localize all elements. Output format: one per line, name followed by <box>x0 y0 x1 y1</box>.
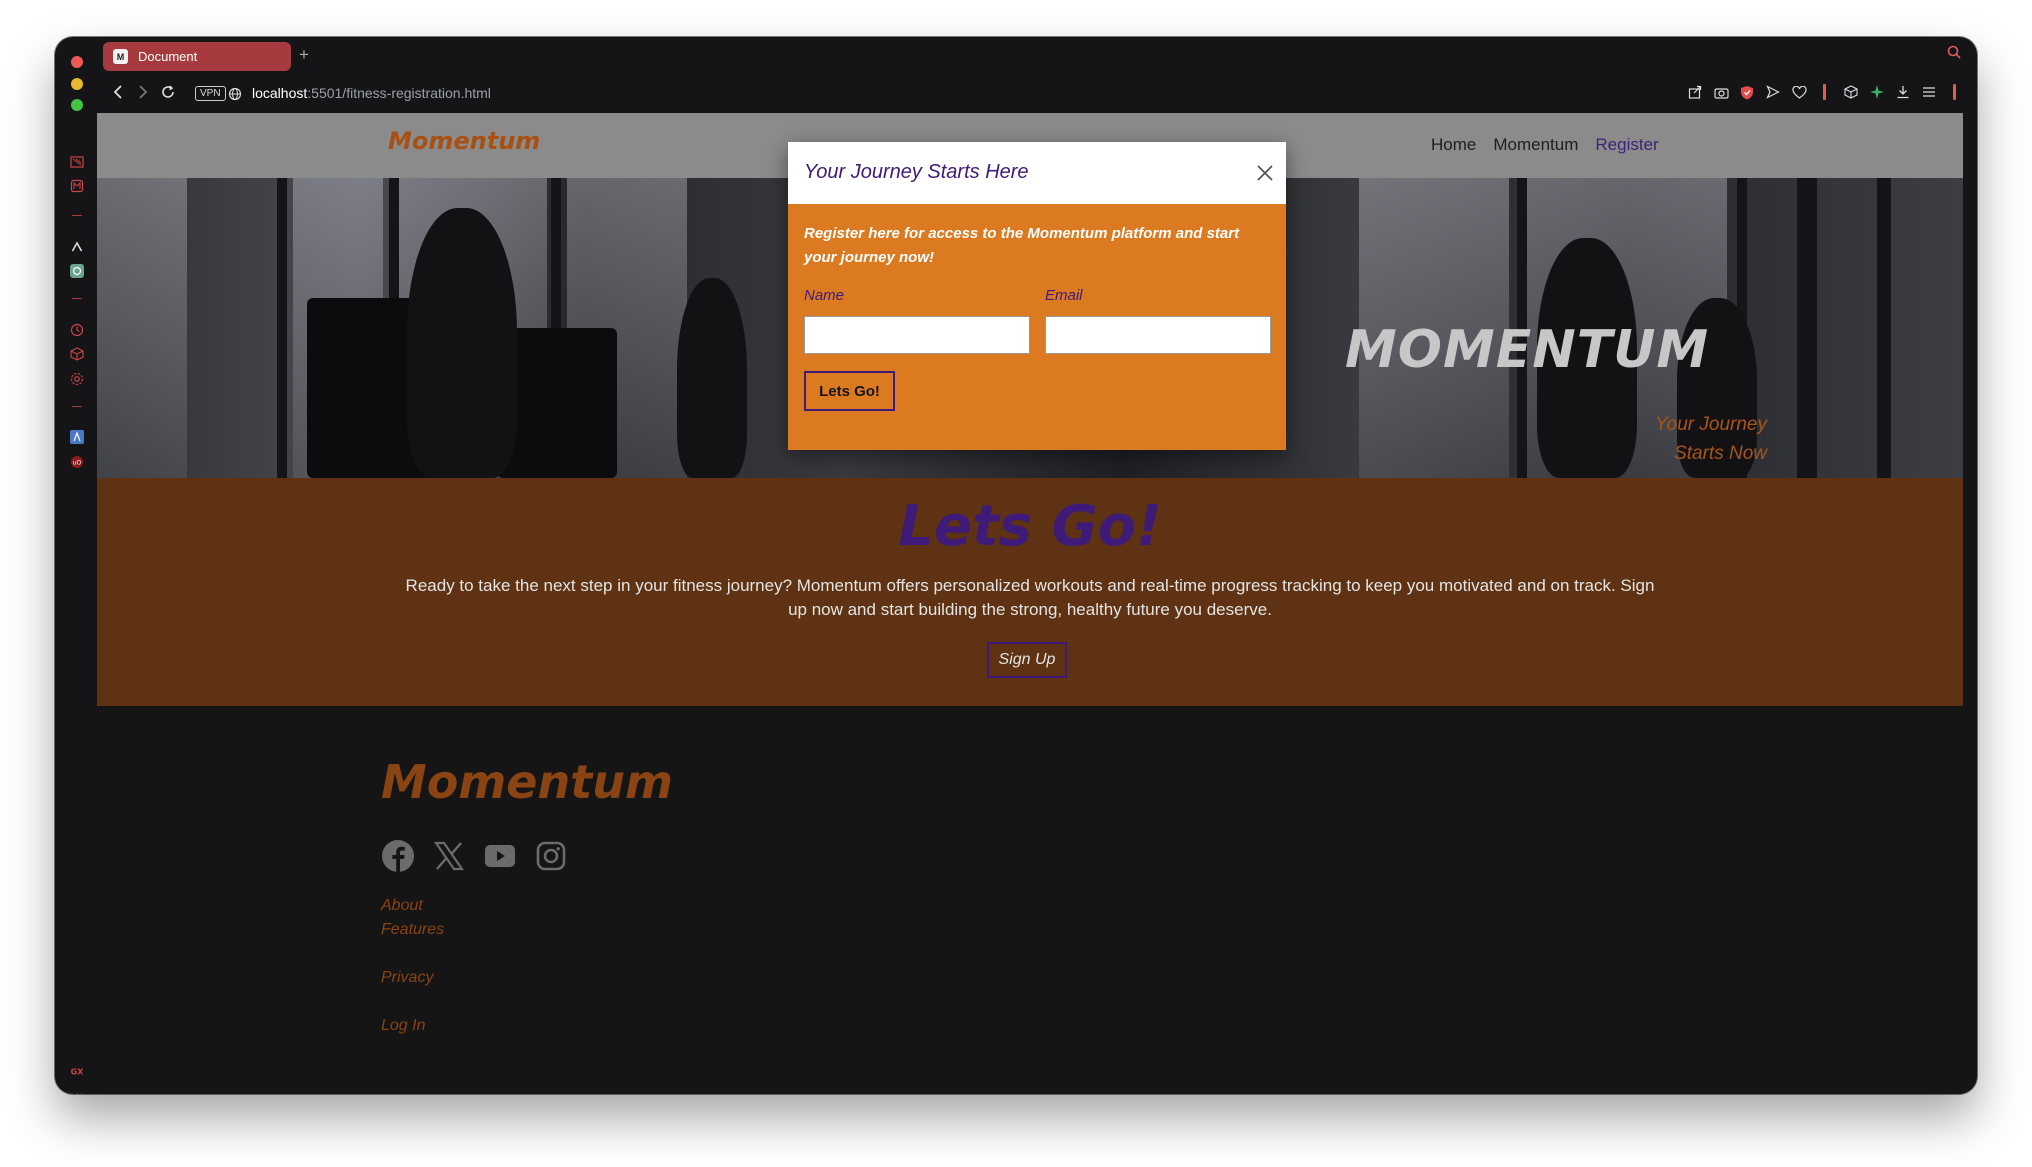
url-host: localhost <box>252 85 308 101</box>
ublock-icon[interactable]: uO <box>69 454 85 470</box>
more-icon[interactable] <box>69 1087 85 1094</box>
minimize-window-button[interactable] <box>71 78 83 90</box>
name-label: Name <box>804 287 845 304</box>
sidebar-divider <box>72 406 82 407</box>
divider-bar-icon <box>1947 84 1963 100</box>
forward-icon[interactable] <box>138 85 148 104</box>
site-footer: Momentum About Features Privacy Log In <box>97 706 1963 1094</box>
extensions-cube-icon[interactable] <box>69 346 85 362</box>
lets-go-submit-button[interactable]: Lets Go! <box>804 371 895 411</box>
tab-search-icon[interactable] <box>1947 45 1961 59</box>
cta-description: Ready to take the next step in your fitn… <box>405 576 1655 619</box>
email-input[interactable] <box>1045 316 1271 354</box>
name-input[interactable] <box>804 316 1030 354</box>
address-bar[interactable]: localhost:5501/fitness-registration.html <box>252 85 491 101</box>
footer-link-about[interactable]: About <box>381 897 423 915</box>
hero-subtitle-line-2: Starts Now <box>1674 443 1767 464</box>
sidebar-divider <box>72 298 82 299</box>
site-nav-links: Home Momentum Register <box>1431 135 1659 155</box>
url-path: :5501/fitness-registration.html <box>307 85 491 101</box>
email-label: Email <box>1045 287 1083 304</box>
modal-description: Register here for access to the Momentum… <box>804 225 1240 266</box>
divider-bar-icon <box>1817 84 1833 100</box>
hero-subtitle: Your Journey Starts Now <box>1527 410 1767 468</box>
close-window-button[interactable] <box>71 56 83 68</box>
nav-link-register[interactable]: Register <box>1595 135 1658 155</box>
arc-icon[interactable] <box>69 239 85 255</box>
nav-link-momentum[interactable]: Momentum <box>1493 135 1578 155</box>
site-brand-logo[interactable]: Momentum <box>388 127 540 155</box>
tab-document[interactable]: M Document <box>103 42 291 71</box>
maximize-window-button[interactable] <box>71 99 83 111</box>
browser-window: M Document + VPN localhost:5501/fitness-… <box>55 37 1977 1094</box>
back-icon[interactable] <box>113 85 123 104</box>
svg-text:GX: GX <box>71 1068 85 1077</box>
registration-modal: Your Journey Starts Here Register here f… <box>788 142 1286 450</box>
youtube-icon[interactable] <box>483 839 517 873</box>
adblock-shield-icon[interactable] <box>1739 84 1755 100</box>
messenger-icon[interactable] <box>69 178 85 194</box>
instagram-icon[interactable] <box>534 839 568 873</box>
share-icon[interactable] <box>1687 84 1703 100</box>
history-clock-icon[interactable] <box>69 322 85 338</box>
tab-title: Document <box>138 49 198 64</box>
send-icon[interactable] <box>1765 84 1781 100</box>
camera-icon[interactable] <box>1713 84 1729 100</box>
gx-corner-icon[interactable]: GX <box>69 1063 85 1079</box>
menu-icon[interactable] <box>1921 84 1937 100</box>
chatgpt-icon[interactable] <box>69 263 85 279</box>
sign-up-button[interactable]: Sign Up <box>987 642 1067 678</box>
footer-brand-logo[interactable]: Momentum <box>381 755 673 809</box>
svg-text:uO: uO <box>73 460 82 467</box>
vpn-badge[interactable]: VPN <box>195 86 226 101</box>
nav-link-home[interactable]: Home <box>1431 135 1476 155</box>
ai-sparkle-icon[interactable] <box>1869 84 1885 100</box>
cta-section: Lets Go! Ready to take the next step in … <box>97 478 1963 706</box>
cta-heading: Lets Go! <box>898 494 1162 559</box>
hero-title: MOMENTUM <box>1345 320 1710 380</box>
modal-title: Your Journey Starts Here <box>804 161 1029 183</box>
twitch-icon[interactable] <box>69 154 85 170</box>
globe-icon <box>228 87 242 101</box>
footer-link-privacy[interactable]: Privacy <box>381 969 433 987</box>
translate-icon[interactable] <box>69 429 85 445</box>
tab-favicon: M <box>113 49 128 64</box>
cube-icon[interactable] <box>1843 84 1859 100</box>
heart-icon[interactable] <box>1791 84 1807 100</box>
footer-link-log-in[interactable]: Log In <box>381 1017 425 1035</box>
footer-link-features[interactable]: Features <box>381 921 444 939</box>
reload-icon[interactable] <box>161 85 175 104</box>
sidebar-divider <box>72 215 82 216</box>
social-links <box>381 839 568 873</box>
close-icon[interactable] <box>1254 162 1276 184</box>
page-viewport: Momentum Home Momentum Register MOMENTUM… <box>97 113 1963 1094</box>
facebook-icon[interactable] <box>381 839 415 873</box>
hero-subtitle-line-1: Your Journey <box>1655 414 1767 435</box>
toolbar-icons <box>1687 84 1963 100</box>
modal-header: Your Journey Starts Here <box>788 142 1286 204</box>
x-twitter-icon[interactable] <box>432 839 466 873</box>
browser-sidebar: uO GX <box>55 127 97 1094</box>
new-tab-button[interactable]: + <box>299 45 309 65</box>
settings-gear-icon[interactable] <box>69 371 85 387</box>
download-icon[interactable] <box>1895 84 1911 100</box>
